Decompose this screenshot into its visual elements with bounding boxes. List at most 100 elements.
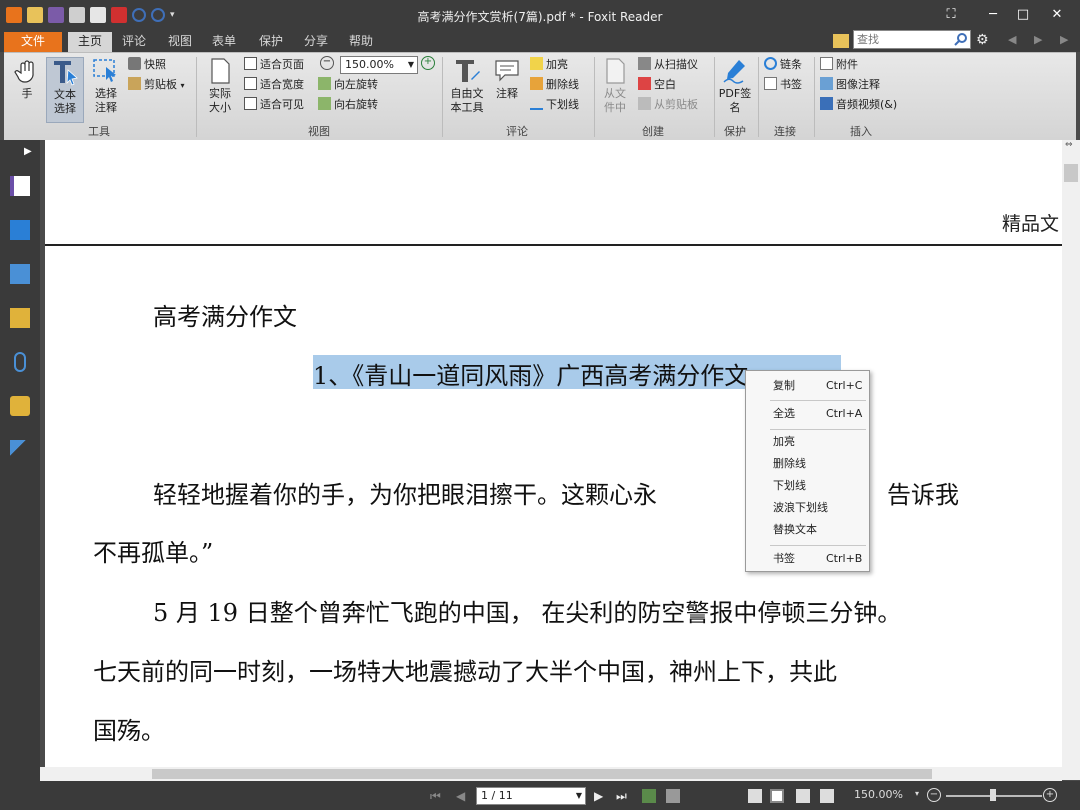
clipboard-button[interactable]: 剪贴板 ▾ — [128, 76, 185, 94]
menu-item-highlight[interactable]: 加亮 — [746, 432, 869, 452]
from-scanner-button[interactable]: 从扫描仪 — [638, 56, 698, 74]
zoom-in-icon[interactable]: + — [1043, 788, 1057, 802]
menu-item-bookmark[interactable]: 书签 Ctrl+B — [746, 549, 869, 569]
rotate-right-button[interactable]: 向右旋转 — [318, 96, 378, 114]
zoom-slider-handle[interactable] — [990, 789, 996, 801]
paragraph-line[interactable]: 告诉我 — [887, 475, 959, 510]
underline-button[interactable]: 下划线 — [530, 96, 579, 114]
tab-view[interactable]: 视图 — [162, 32, 198, 52]
single-page-icon[interactable] — [748, 789, 762, 803]
note-button[interactable]: 注释 — [490, 57, 524, 101]
menu-item-squiggly[interactable]: 波浪下划线 — [746, 498, 869, 518]
tab-form[interactable]: 表单 — [206, 32, 242, 52]
highlight-button[interactable]: 加亮 — [530, 56, 568, 74]
zoom-in-icon[interactable]: + — [421, 56, 435, 70]
free-text-button[interactable]: 自由文本工具 — [446, 57, 488, 115]
pdf-sign-button[interactable]: PDF签名 — [716, 57, 754, 115]
zoom-out-icon[interactable]: − — [320, 56, 334, 70]
stack-icon[interactable] — [10, 264, 30, 284]
lock-icon[interactable] — [10, 396, 30, 416]
signature-icon[interactable] — [10, 440, 30, 460]
paragraph-line[interactable]: 5 月 19 日整个曾奔忙飞跑的中国， 在尖利的防空警报中停顿三分钟。 — [153, 593, 901, 628]
pages-icon[interactable] — [10, 176, 30, 196]
vertical-scrollbar[interactable]: ⇔ — [1062, 140, 1080, 780]
extract-page-icon[interactable] — [642, 789, 656, 803]
audio-video-button[interactable]: 音频视频(&) — [820, 96, 897, 114]
continuous-facing-icon[interactable] — [820, 789, 834, 803]
folder-icon[interactable] — [833, 34, 849, 48]
actual-size-button[interactable]: 实际大小 — [204, 57, 236, 115]
link-button[interactable]: 链条 — [764, 56, 802, 74]
hand-tool-button[interactable]: 手 — [10, 57, 44, 101]
gear-icon[interactable]: ⚙ — [976, 32, 989, 48]
prev-page-icon[interactable]: ◀ — [456, 789, 470, 803]
tab-share[interactable]: 分享 — [298, 32, 334, 52]
vertical-scroll-thumb[interactable] — [1064, 164, 1078, 182]
search-icon[interactable] — [954, 32, 968, 46]
menu-item-replace-text[interactable]: 替换文本 — [746, 520, 869, 540]
tab-home[interactable]: 主页 — [68, 32, 112, 52]
fit-page-icon — [244, 57, 257, 70]
tab-comment[interactable]: 评论 — [116, 32, 152, 52]
search-input[interactable] — [854, 31, 950, 48]
page-number-input[interactable]: 1 / 11 ▼ — [476, 787, 586, 805]
text-select-button[interactable]: 文本选择 — [46, 57, 84, 123]
continuous-page-icon[interactable] — [770, 789, 784, 803]
facing-page-icon[interactable] — [796, 789, 810, 803]
from-file-button[interactable]: 从文件中 — [598, 57, 632, 115]
maximize-button[interactable]: □ — [1010, 4, 1036, 26]
tab-file[interactable]: 文件 — [4, 32, 62, 52]
first-page-icon[interactable]: ⏮ — [430, 789, 444, 803]
menu-item-strikeout[interactable]: 删除线 — [746, 454, 869, 474]
close-button[interactable]: ✕ — [1044, 4, 1070, 26]
blank-page-button[interactable]: 空白 — [638, 76, 676, 94]
highlight-label: 加亮 — [546, 58, 568, 71]
zoom-select[interactable]: 150.00% ▼ — [340, 56, 418, 74]
paragraph-line[interactable]: 轻轻地握着你的手，为你把眼泪擦干。这颗心永 — [153, 475, 657, 510]
minimize-button[interactable]: ─ — [980, 4, 1006, 26]
search-field[interactable] — [853, 30, 971, 49]
paragraph-line[interactable]: 不再孤单。” — [93, 533, 213, 568]
last-page-icon[interactable]: ⏭ — [616, 789, 630, 803]
strikeout-button[interactable]: 删除线 — [530, 76, 579, 94]
menu-item-copy[interactable]: 复制 Ctrl+C — [746, 376, 869, 396]
snapshot-button[interactable]: 快照 — [128, 56, 166, 74]
paragraph-line[interactable]: 七天前的同一时刻，一场特大地震撼动了大半个中国，神州上下，共此 — [93, 652, 837, 687]
next-page-icon[interactable]: ▶ — [594, 789, 608, 803]
free-text-label: 自由文本工具 — [450, 87, 484, 114]
fullscreen-button[interactable]: ⛶ — [938, 4, 964, 26]
title-bar: ▾ 高考满分作文赏析(7篇).pdf * - Foxit Reader ⛶ ─ … — [0, 0, 1080, 32]
horizontal-scrollbar[interactable] — [40, 767, 1062, 781]
layers-icon[interactable] — [10, 220, 30, 240]
tab-help[interactable]: 帮助 — [343, 32, 379, 52]
bookmark-button[interactable]: 书签 — [764, 76, 802, 94]
ribbon-separator — [442, 57, 443, 137]
attachment-icon[interactable] — [14, 352, 26, 372]
horizontal-scroll-thumb[interactable] — [152, 769, 932, 779]
document-view[interactable]: 精品文 高考满分作文 1、《青山一道同风雨》广西高考满分作文 轻轻地握着你的手，… — [40, 140, 1062, 767]
tab-protect[interactable]: 保护 — [253, 32, 289, 52]
zoom-dropdown-icon[interactable]: ▾ — [915, 789, 919, 798]
essay-title[interactable]: 1、《青山一道同风雨》广西高考满分作文 — [313, 356, 748, 391]
pdf-page[interactable]: 精品文 高考满分作文 1、《青山一道同风雨》广西高考满分作文 轻轻地握着你的手，… — [45, 140, 1062, 767]
nav-back-icon[interactable]: ◀ — [1008, 33, 1016, 46]
from-clipboard-button[interactable]: 从剪贴板 — [638, 96, 698, 114]
menu-item-select-all[interactable]: 全选 Ctrl+A — [746, 404, 869, 424]
fit-page-button[interactable]: 适合页面 — [244, 56, 304, 74]
image-annotation-button[interactable]: 图像注释 — [820, 76, 880, 94]
panel-expand-icon[interactable]: ▶ — [24, 146, 32, 157]
rotate-left-button[interactable]: 向左旋转 — [318, 76, 378, 94]
document-heading[interactable]: 高考满分作文 — [153, 297, 297, 332]
annotation-select-button[interactable]: 选择注释 — [88, 57, 124, 115]
fit-width-button[interactable]: 适合宽度 — [244, 76, 304, 94]
nav-forward-icon[interactable]: ▶ — [1034, 33, 1042, 46]
fit-visible-button[interactable]: 适合可见 — [244, 96, 304, 114]
paragraph-line[interactable]: 国殇。 — [93, 711, 165, 746]
zoom-out-icon[interactable]: − — [927, 788, 941, 802]
split-icon[interactable]: ⇔ — [1065, 140, 1073, 150]
menu-item-underline[interactable]: 下划线 — [746, 476, 869, 496]
screen-icon[interactable] — [666, 789, 680, 803]
comments-icon[interactable] — [10, 308, 30, 328]
ribbon-toggle-icon[interactable]: ▶ — [1060, 33, 1068, 46]
attachment-button[interactable]: 附件 — [820, 56, 858, 74]
